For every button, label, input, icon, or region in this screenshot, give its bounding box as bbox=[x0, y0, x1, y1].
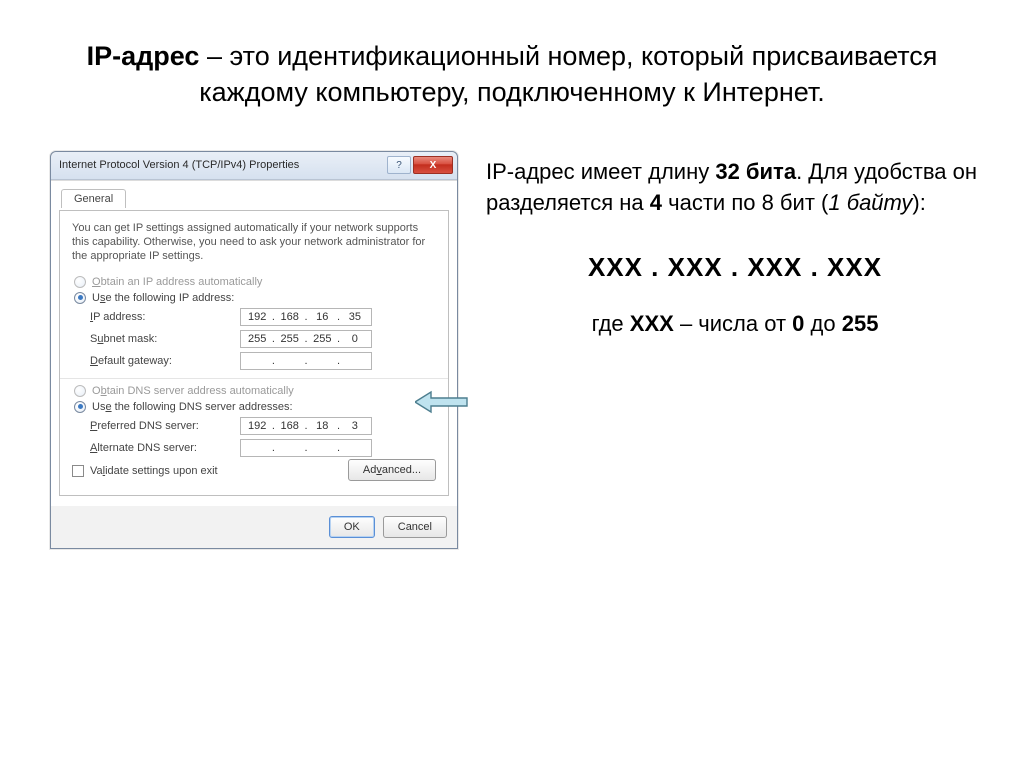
explanation-column: IP-адрес имеет длину 32 бита. Для удобст… bbox=[486, 151, 984, 549]
radio-use-ip[interactable]: Use the following IP address:Use the fol… bbox=[74, 292, 436, 304]
explanation-text: IP-адрес имеет длину 32 бита. Для удобст… bbox=[486, 157, 984, 219]
preferred-dns-input[interactable]: 192. 168. 18. 3 bbox=[240, 417, 372, 435]
gateway-row: Default gateway:Default gateway: . . . bbox=[90, 352, 436, 370]
ip-pattern: ХХХ . ХХХ . ХХХ . ХХХ bbox=[486, 252, 984, 283]
radio-label: OObtain an IP address automaticallybtain… bbox=[92, 276, 262, 288]
window-title: Internet Protocol Version 4 (TCP/IPv4) P… bbox=[59, 159, 387, 171]
subnet-mask-input[interactable]: 255. 255. 255. 0 bbox=[240, 330, 372, 348]
slide-title: IP-адрес – это идентификационный номер, … bbox=[0, 0, 1024, 121]
tab-general[interactable]: General bbox=[61, 189, 126, 208]
question-icon: ? bbox=[396, 160, 402, 171]
client-area: General You can get IP settings assigned… bbox=[51, 180, 457, 506]
dns-fields: Preferred DNS server:Preferred DNS serve… bbox=[90, 417, 436, 457]
alternate-dns-row: Alternate DNS server:Alternate DNS serve… bbox=[90, 439, 436, 457]
dialog-footer: OK Cancel bbox=[51, 506, 457, 548]
ipv4-properties-window: Internet Protocol Version 4 (TCP/IPv4) P… bbox=[50, 151, 458, 549]
radio-use-dns[interactable]: Use the following DNS server addresses:U… bbox=[74, 401, 436, 413]
ip-address-row: IP address:IP address: 192. 168. 16. 35 bbox=[90, 308, 436, 326]
title-term: IP-адрес bbox=[87, 41, 200, 71]
radio-auto-ip[interactable]: OObtain an IP address automaticallybtain… bbox=[74, 276, 436, 288]
tab-border bbox=[59, 210, 449, 211]
radio-icon bbox=[74, 385, 86, 397]
ip-fields: IP address:IP address: 192. 168. 16. 35 … bbox=[90, 308, 436, 370]
close-button[interactable]: X bbox=[413, 156, 453, 174]
range-text: где ХХХ – числа от 0 до 255 bbox=[486, 311, 984, 337]
ok-button[interactable]: OK bbox=[329, 516, 375, 538]
tab-body: You can get IP settings assigned automat… bbox=[59, 211, 449, 496]
gateway-input[interactable]: . . . bbox=[240, 352, 372, 370]
content-row: Internet Protocol Version 4 (TCP/IPv4) P… bbox=[0, 121, 1024, 549]
alternate-dns-label: Alternate DNS server:Alternate DNS serve… bbox=[90, 442, 240, 454]
ip-address-input[interactable]: 192. 168. 16. 35 bbox=[240, 308, 372, 326]
help-button[interactable]: ? bbox=[387, 156, 411, 174]
titlebar: Internet Protocol Version 4 (TCP/IPv4) P… bbox=[51, 152, 457, 180]
subnet-mask-label: Subnet mask:Subnet mask: bbox=[90, 333, 240, 345]
ip-address-label: IP address:IP address: bbox=[90, 311, 240, 323]
subnet-mask-row: Subnet mask:Subnet mask: 255. 255. 255. … bbox=[90, 330, 436, 348]
radio-label: Use the following IP address:Use the fol… bbox=[92, 292, 234, 304]
tabstrip: General bbox=[59, 187, 449, 211]
radio-icon bbox=[74, 276, 86, 288]
checkbox-icon bbox=[72, 465, 84, 477]
alternate-dns-input[interactable]: . . . bbox=[240, 439, 372, 457]
radio-auto-dns[interactable]: Obtain DNS server address automaticallyO… bbox=[74, 385, 436, 397]
close-icon: X bbox=[430, 160, 437, 171]
pointer-arrow bbox=[415, 390, 469, 414]
gateway-label: Default gateway:Default gateway: bbox=[90, 355, 240, 367]
radio-label: Obtain DNS server address automaticallyO… bbox=[92, 385, 294, 397]
preferred-dns-row: Preferred DNS server:Preferred DNS serve… bbox=[90, 417, 436, 435]
radio-icon bbox=[74, 292, 86, 304]
title-rest: – это идентификационный номер, который п… bbox=[199, 41, 937, 107]
radio-label: Use the following DNS server addresses:U… bbox=[92, 401, 293, 413]
separator bbox=[60, 378, 448, 379]
validate-label: Validate settings upon exitValidate sett… bbox=[90, 465, 218, 477]
cancel-button[interactable]: Cancel bbox=[383, 516, 447, 538]
preferred-dns-label: Preferred DNS server:Preferred DNS serve… bbox=[90, 420, 240, 432]
radio-icon bbox=[74, 401, 86, 413]
description-text: You can get IP settings assigned automat… bbox=[72, 221, 436, 264]
advanced-button[interactable]: Advanced...Advanced... bbox=[348, 459, 436, 481]
